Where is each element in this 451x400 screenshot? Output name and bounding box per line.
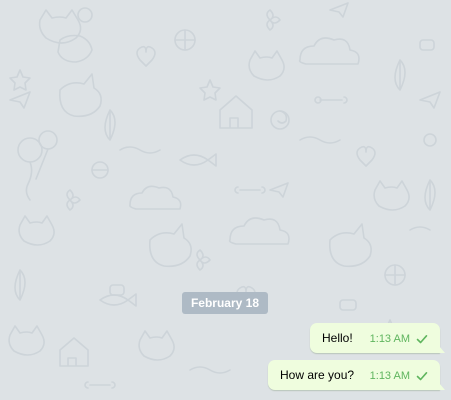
message-text: Hello!: [322, 331, 353, 345]
message-meta: 1:13 AM: [370, 370, 428, 382]
outgoing-message[interactable]: How are you? 1:13 AM: [268, 360, 445, 390]
message-text: How are you?: [280, 368, 355, 382]
bubble-tail: [439, 346, 445, 353]
check-icon: [416, 372, 428, 381]
message-time: 1:13 AM: [369, 333, 410, 345]
outgoing-message[interactable]: Hello! 1:13 AM: [310, 323, 445, 353]
check-icon: [416, 335, 428, 344]
bubble-tail: [439, 383, 445, 390]
message-time: 1:13 AM: [369, 370, 410, 382]
date-badge: February 18: [182, 292, 268, 314]
chat-area[interactable]: February 18 Hello! 1:13 AM How are you? …: [0, 0, 451, 400]
message-meta: 1:13 AM: [370, 333, 428, 345]
